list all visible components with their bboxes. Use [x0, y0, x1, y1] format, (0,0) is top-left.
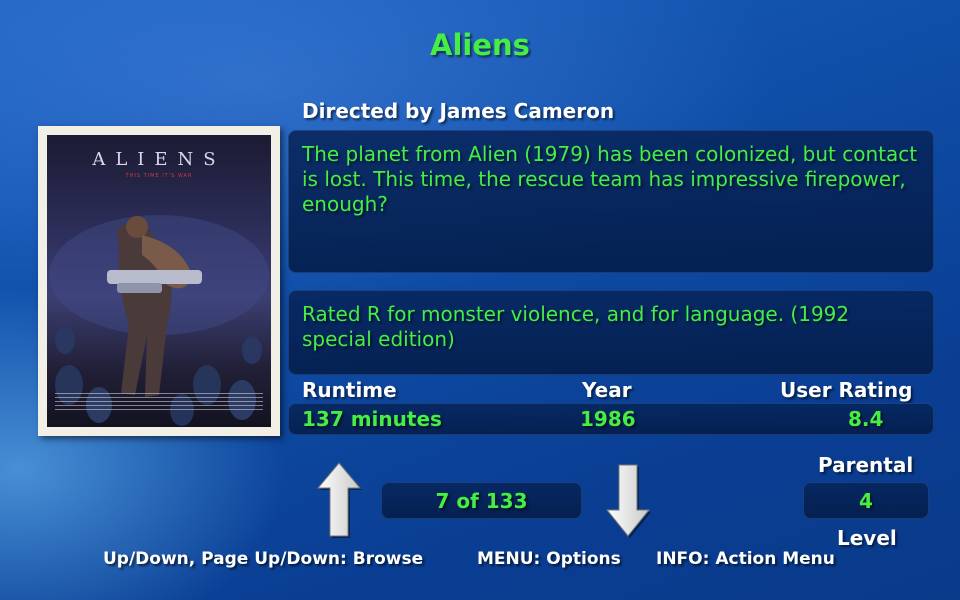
- parental-level-value: 4: [859, 489, 873, 513]
- movie-poster: ALIENS THIS TIME IT'S WAR: [38, 126, 280, 436]
- rating-panel: Rated R for monster violence, and for la…: [288, 290, 934, 375]
- browse-hint: Up/Down, Page Up/Down: Browse: [103, 549, 424, 569]
- position-text: 7 of 133: [435, 489, 528, 513]
- runtime-label: Runtime: [302, 378, 397, 402]
- director-line: Directed by James Cameron: [302, 99, 615, 123]
- position-indicator: 7 of 133: [381, 482, 582, 519]
- poster-artwork: ALIENS THIS TIME IT'S WAR: [47, 135, 271, 427]
- year-label: Year: [582, 378, 632, 402]
- poster-credits-block: [55, 393, 263, 413]
- poster-illustration: [49, 215, 269, 426]
- parental-label: Parental: [818, 453, 914, 477]
- movie-title: Aliens: [430, 28, 530, 62]
- runtime-value: 137 minutes: [302, 407, 442, 431]
- details-panel: 137 minutes 1986 8.4: [288, 403, 934, 435]
- down-arrow-icon[interactable]: [603, 462, 653, 542]
- menu-hint: MENU: Options: [477, 549, 621, 569]
- rating-reason: Rated R for monster violence, and for la…: [302, 302, 850, 351]
- parental-level-box: 4: [803, 482, 929, 519]
- movie-description: The planet from Alien (1979) has been co…: [302, 142, 918, 216]
- up-arrow-icon[interactable]: [314, 460, 364, 540]
- info-hint: INFO: Action Menu: [656, 549, 835, 569]
- level-label: Level: [837, 526, 897, 550]
- user-rating-label: User Rating: [780, 378, 913, 402]
- user-rating-value: 8.4: [848, 407, 884, 431]
- year-value: 1986: [580, 407, 636, 431]
- description-panel: The planet from Alien (1979) has been co…: [288, 130, 934, 273]
